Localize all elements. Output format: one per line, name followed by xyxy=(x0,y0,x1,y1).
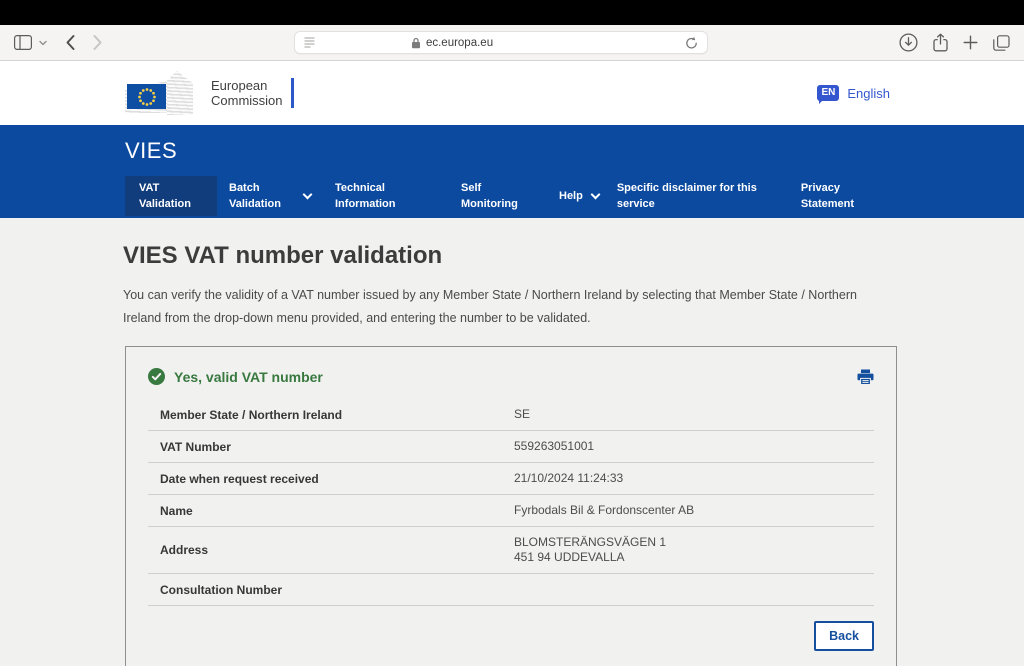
share-icon[interactable] xyxy=(933,33,948,52)
browser-toolbar: ec.europa.eu xyxy=(0,25,1024,61)
sidebar-chevron-down-icon[interactable] xyxy=(39,40,47,46)
row-value: BLOMSTERÄNGSVÄGEN 1 451 94 UDDEVALLA xyxy=(514,535,666,565)
page-title: VIES VAT number validation xyxy=(0,218,1024,270)
address-bar[interactable]: ec.europa.eu xyxy=(294,31,708,54)
toolbar-right-group xyxy=(899,33,1010,52)
row-value: Fyrbodals Bil & Fordonscenter AB xyxy=(514,503,694,518)
chevron-down-icon xyxy=(590,189,600,199)
lock-icon xyxy=(411,37,421,49)
language-code-badge: EN xyxy=(817,85,839,101)
result-detail-table: Member State / Northern Ireland SE VAT N… xyxy=(148,399,874,606)
nav-item-self-monitoring[interactable]: Self Monitoring xyxy=(461,176,533,216)
row-label: Name xyxy=(160,504,514,518)
language-selector[interactable]: EN English xyxy=(817,85,890,101)
toolbar-left-group xyxy=(14,34,103,51)
table-row-name: Name Fyrbodals Bil & Fordonscenter AB xyxy=(148,495,874,527)
nav-item-vat-validation[interactable]: VAT Validation xyxy=(125,176,217,216)
page-description: You can verify the validity of a VAT num… xyxy=(123,284,895,330)
validation-result-card: Yes, valid VAT number Member State / Nor… xyxy=(125,346,897,666)
back-icon[interactable] xyxy=(65,34,76,51)
table-row-vat-number: VAT Number 559263051001 xyxy=(148,431,874,463)
status-text: Yes, valid VAT number xyxy=(174,369,323,385)
commission-building-icon xyxy=(125,71,201,115)
nav-item-specific-disclaimer[interactable]: Specific disclaimer for this service xyxy=(617,176,769,216)
logo-line-2: Commission xyxy=(211,93,283,108)
download-icon[interactable] xyxy=(899,33,918,52)
reader-icon[interactable] xyxy=(304,36,315,49)
row-value: SE xyxy=(514,407,530,422)
eu-flag-icon xyxy=(127,84,166,109)
row-value: 559263051001 xyxy=(514,439,594,454)
logo-line-1: European xyxy=(211,78,283,93)
system-top-bar xyxy=(0,0,1024,25)
nav-item-batch-validation[interactable]: Batch Validation xyxy=(229,176,311,216)
forward-icon[interactable] xyxy=(92,34,103,51)
logo-stripes-right xyxy=(167,71,193,115)
vies-app-title: VIES xyxy=(125,125,1024,164)
result-status-row: Yes, valid VAT number xyxy=(148,347,874,385)
nav-item-technical-information[interactable]: Technical Information xyxy=(335,176,417,216)
row-value: 21/10/2024 11:24:33 xyxy=(514,471,623,486)
nav-menu: VAT Validation Batch Validation Technica… xyxy=(125,176,1024,216)
row-label: VAT Number xyxy=(160,440,514,454)
vies-nav: VIES VAT Validation Batch Validation Tec… xyxy=(0,125,1024,218)
nav-item-privacy-statement[interactable]: Privacy Statement xyxy=(801,176,873,216)
row-label: Consultation Number xyxy=(160,583,514,597)
address-bar-center: ec.europa.eu xyxy=(411,37,493,49)
print-icon[interactable] xyxy=(857,369,874,385)
check-circle-icon xyxy=(148,368,165,385)
back-row: Back xyxy=(148,606,874,666)
row-label: Member State / Northern Ireland xyxy=(160,408,514,422)
logo-accent-bar xyxy=(291,78,294,108)
tabs-icon[interactable] xyxy=(993,35,1010,51)
eu-stars-circle xyxy=(132,87,162,107)
language-label: English xyxy=(847,86,890,101)
sidebar-icon[interactable] xyxy=(14,35,32,50)
site-header: European Commission EN English xyxy=(0,61,1024,125)
row-label: Date when request received xyxy=(160,472,514,486)
table-row-member-state: Member State / Northern Ireland SE xyxy=(148,399,874,431)
reload-icon[interactable] xyxy=(685,36,698,50)
page-content: VIES VAT number validation You can verif… xyxy=(0,218,1024,666)
table-row-consultation-number: Consultation Number xyxy=(148,574,874,606)
url-text: ec.europa.eu xyxy=(426,37,493,49)
table-row-address: Address BLOMSTERÄNGSVÄGEN 1 451 94 UDDEV… xyxy=(148,527,874,574)
chevron-down-icon xyxy=(303,189,313,199)
nav-item-help[interactable]: Help xyxy=(559,176,599,216)
back-button[interactable]: Back xyxy=(814,621,874,651)
logo-wordmark: European Commission xyxy=(211,78,283,108)
row-label: Address xyxy=(160,543,514,557)
european-commission-logo[interactable]: European Commission xyxy=(125,71,294,115)
table-row-request-date: Date when request received 21/10/2024 11… xyxy=(148,463,874,495)
new-tab-icon[interactable] xyxy=(963,35,978,50)
